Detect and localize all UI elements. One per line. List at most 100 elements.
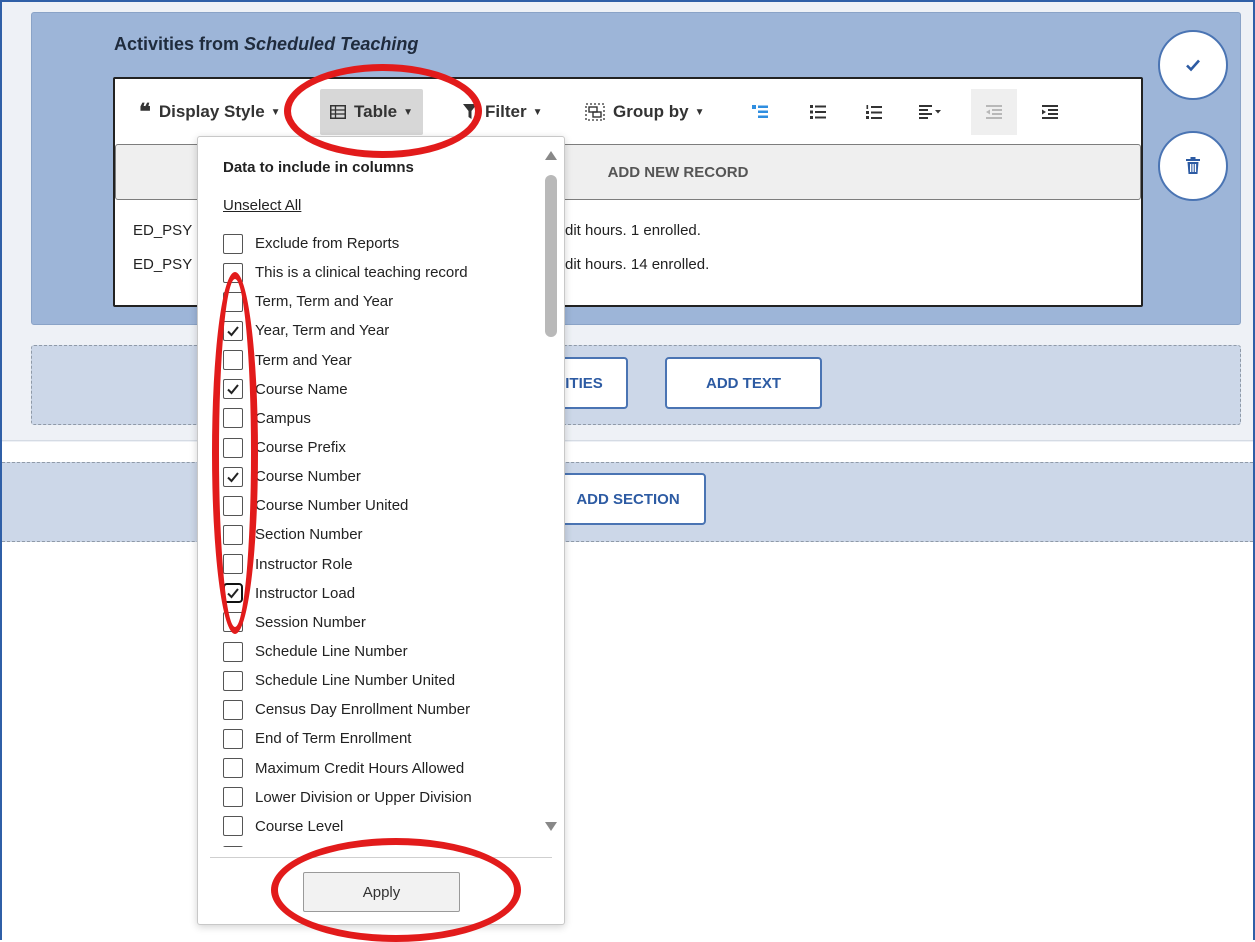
- unselect-all-link[interactable]: Unselect All: [223, 197, 301, 214]
- table-icon: [330, 105, 346, 119]
- filter-label: Filter: [485, 102, 527, 121]
- checkbox-icon[interactable]: [223, 408, 243, 429]
- dropdown-scrollbar[interactable]: [541, 147, 559, 837]
- column-option-label: Campus: [255, 409, 311, 427]
- section-title: Activities from Scheduled Teaching: [114, 34, 418, 55]
- bullet-list-button[interactable]: [795, 89, 841, 135]
- checkbox-icon[interactable]: [223, 758, 243, 779]
- dropdown-heading: Data to include in columns: [223, 159, 414, 176]
- column-option-label: Section Number: [255, 526, 363, 544]
- indent-button[interactable]: [1027, 89, 1073, 135]
- checkbox-icon[interactable]: [223, 554, 243, 575]
- scroll-up-arrow-icon[interactable]: [545, 151, 557, 160]
- add-section-button[interactable]: ADD SECTION: [550, 473, 706, 525]
- outdent-button[interactable]: [971, 89, 1017, 135]
- column-option[interactable]: Section Number: [223, 520, 543, 549]
- apply-button[interactable]: Apply: [303, 872, 460, 912]
- checkbox-icon[interactable]: [223, 495, 243, 516]
- checkbox-icon[interactable]: [223, 816, 243, 837]
- record-row-2-prefix: ED_PSY: [133, 256, 193, 273]
- checkbox-icon[interactable]: [223, 233, 243, 254]
- section-title-emphasis: Scheduled Teaching: [244, 34, 419, 54]
- checkbox-icon[interactable]: [223, 641, 243, 662]
- column-option-label: End of Term Enrollment: [255, 730, 412, 748]
- column-option[interactable]: Course Level: [223, 812, 543, 841]
- column-option[interactable]: Term, Term and Year: [223, 287, 543, 316]
- column-option[interactable]: This is a clinical teaching record: [223, 258, 543, 287]
- checkbox-icon[interactable]: [223, 845, 243, 847]
- column-option[interactable]: Year, Term and Year: [223, 316, 543, 345]
- column-option-label: Instructor Load: [255, 584, 356, 602]
- confirm-button[interactable]: [1158, 30, 1228, 100]
- column-option[interactable]: Course Number United: [223, 491, 543, 520]
- checkbox-icon[interactable]: [223, 612, 243, 633]
- column-option[interactable]: Schedule Line Number United: [223, 666, 543, 695]
- column-option-label: Exclude from Reports: [255, 235, 400, 253]
- column-option-label: Year, Term and Year: [255, 322, 390, 340]
- column-option[interactable]: Course Name: [223, 375, 543, 404]
- trash-icon: [1186, 157, 1200, 174]
- column-option[interactable]: Session Number: [223, 608, 543, 637]
- columns-dropdown: Data to include in columns Unselect All …: [197, 136, 565, 925]
- display-style-button[interactable]: ❝ Display Style ▼: [139, 89, 281, 135]
- checkbox-icon[interactable]: [223, 262, 243, 283]
- column-option-label: Maximum Credit Hours Allowed: [255, 759, 465, 777]
- indent-icon: [752, 105, 768, 118]
- toolbar: ❝ Display Style ▼ Table ▼ Filter ▼ Group…: [115, 89, 1141, 135]
- table-button[interactable]: Table ▼: [320, 89, 424, 135]
- checkbox-icon[interactable]: [223, 699, 243, 720]
- outdent-icon: [986, 105, 1002, 119]
- checkmark-icon: [1186, 59, 1200, 72]
- checkbox-icon[interactable]: [223, 350, 243, 371]
- column-option[interactable]: Instructor Load: [223, 579, 543, 608]
- column-option-label: Course Number United: [255, 497, 409, 515]
- checkbox-icon[interactable]: [223, 524, 243, 545]
- display-style-label: Display Style: [158, 102, 265, 121]
- record-row-1-detail: dit hours. 1 enrolled.: [565, 222, 701, 239]
- column-option-label: Term and Year: [255, 351, 352, 369]
- checkbox-icon[interactable]: [223, 670, 243, 691]
- checkbox-checked-icon[interactable]: [223, 583, 243, 604]
- caret-down-icon: ▼: [403, 106, 414, 118]
- column-option[interactable]: Maximum Credit Hours Allowed: [223, 754, 543, 783]
- section-title-prefix: Activities from: [114, 34, 245, 54]
- bullet-list-icon: [810, 105, 826, 119]
- column-option-label: Schedule Line Number: [255, 643, 408, 661]
- add-text-button[interactable]: ADD TEXT: [665, 357, 822, 409]
- filter-button[interactable]: Filter ▼: [463, 89, 542, 135]
- group-by-icon: [585, 103, 605, 121]
- column-option[interactable]: Instructor Role: [223, 550, 543, 579]
- numbered-list-button[interactable]: [851, 89, 897, 135]
- align-button[interactable]: [907, 89, 953, 135]
- checkbox-checked-icon[interactable]: [223, 466, 243, 487]
- column-option-label: Course Name: [255, 380, 348, 398]
- column-option[interactable]: Schedule Line Number: [223, 637, 543, 666]
- column-option[interactable]: Course Number: [223, 462, 543, 491]
- add-section-label: ADD SECTION: [576, 490, 680, 508]
- column-option-label: Term, Term and Year: [255, 293, 394, 311]
- scroll-down-arrow-icon[interactable]: [545, 822, 557, 831]
- column-option-label: Session Number: [255, 613, 366, 631]
- checkbox-checked-icon[interactable]: [223, 320, 243, 341]
- column-option[interactable]: Census Day Enrollment Number: [223, 695, 543, 724]
- column-option[interactable]: Campus: [223, 404, 543, 433]
- column-option-label: Course Level: [255, 817, 344, 835]
- delete-button[interactable]: [1158, 131, 1228, 201]
- column-option[interactable]: Course Prefix: [223, 433, 543, 462]
- align-left-icon: [919, 105, 941, 119]
- group-by-button[interactable]: Group by ▼: [585, 89, 704, 135]
- apply-label: Apply: [362, 883, 401, 901]
- column-option[interactable]: Exclude from Reports: [223, 229, 543, 258]
- indent-list-button[interactable]: [737, 89, 783, 135]
- column-option[interactable]: Term and Year: [223, 346, 543, 375]
- column-option[interactable]: End of Term Enrollment: [223, 724, 543, 753]
- scrollbar-thumb[interactable]: [545, 175, 557, 337]
- checkbox-checked-icon[interactable]: [223, 379, 243, 400]
- checkbox-icon[interactable]: [223, 291, 243, 312]
- column-option[interactable]: [223, 841, 543, 847]
- column-option-label: Course Number: [255, 468, 361, 486]
- column-option[interactable]: Lower Division or Upper Division: [223, 783, 543, 812]
- checkbox-icon[interactable]: [223, 437, 243, 458]
- checkbox-icon[interactable]: [223, 728, 243, 749]
- checkbox-icon[interactable]: [223, 787, 243, 808]
